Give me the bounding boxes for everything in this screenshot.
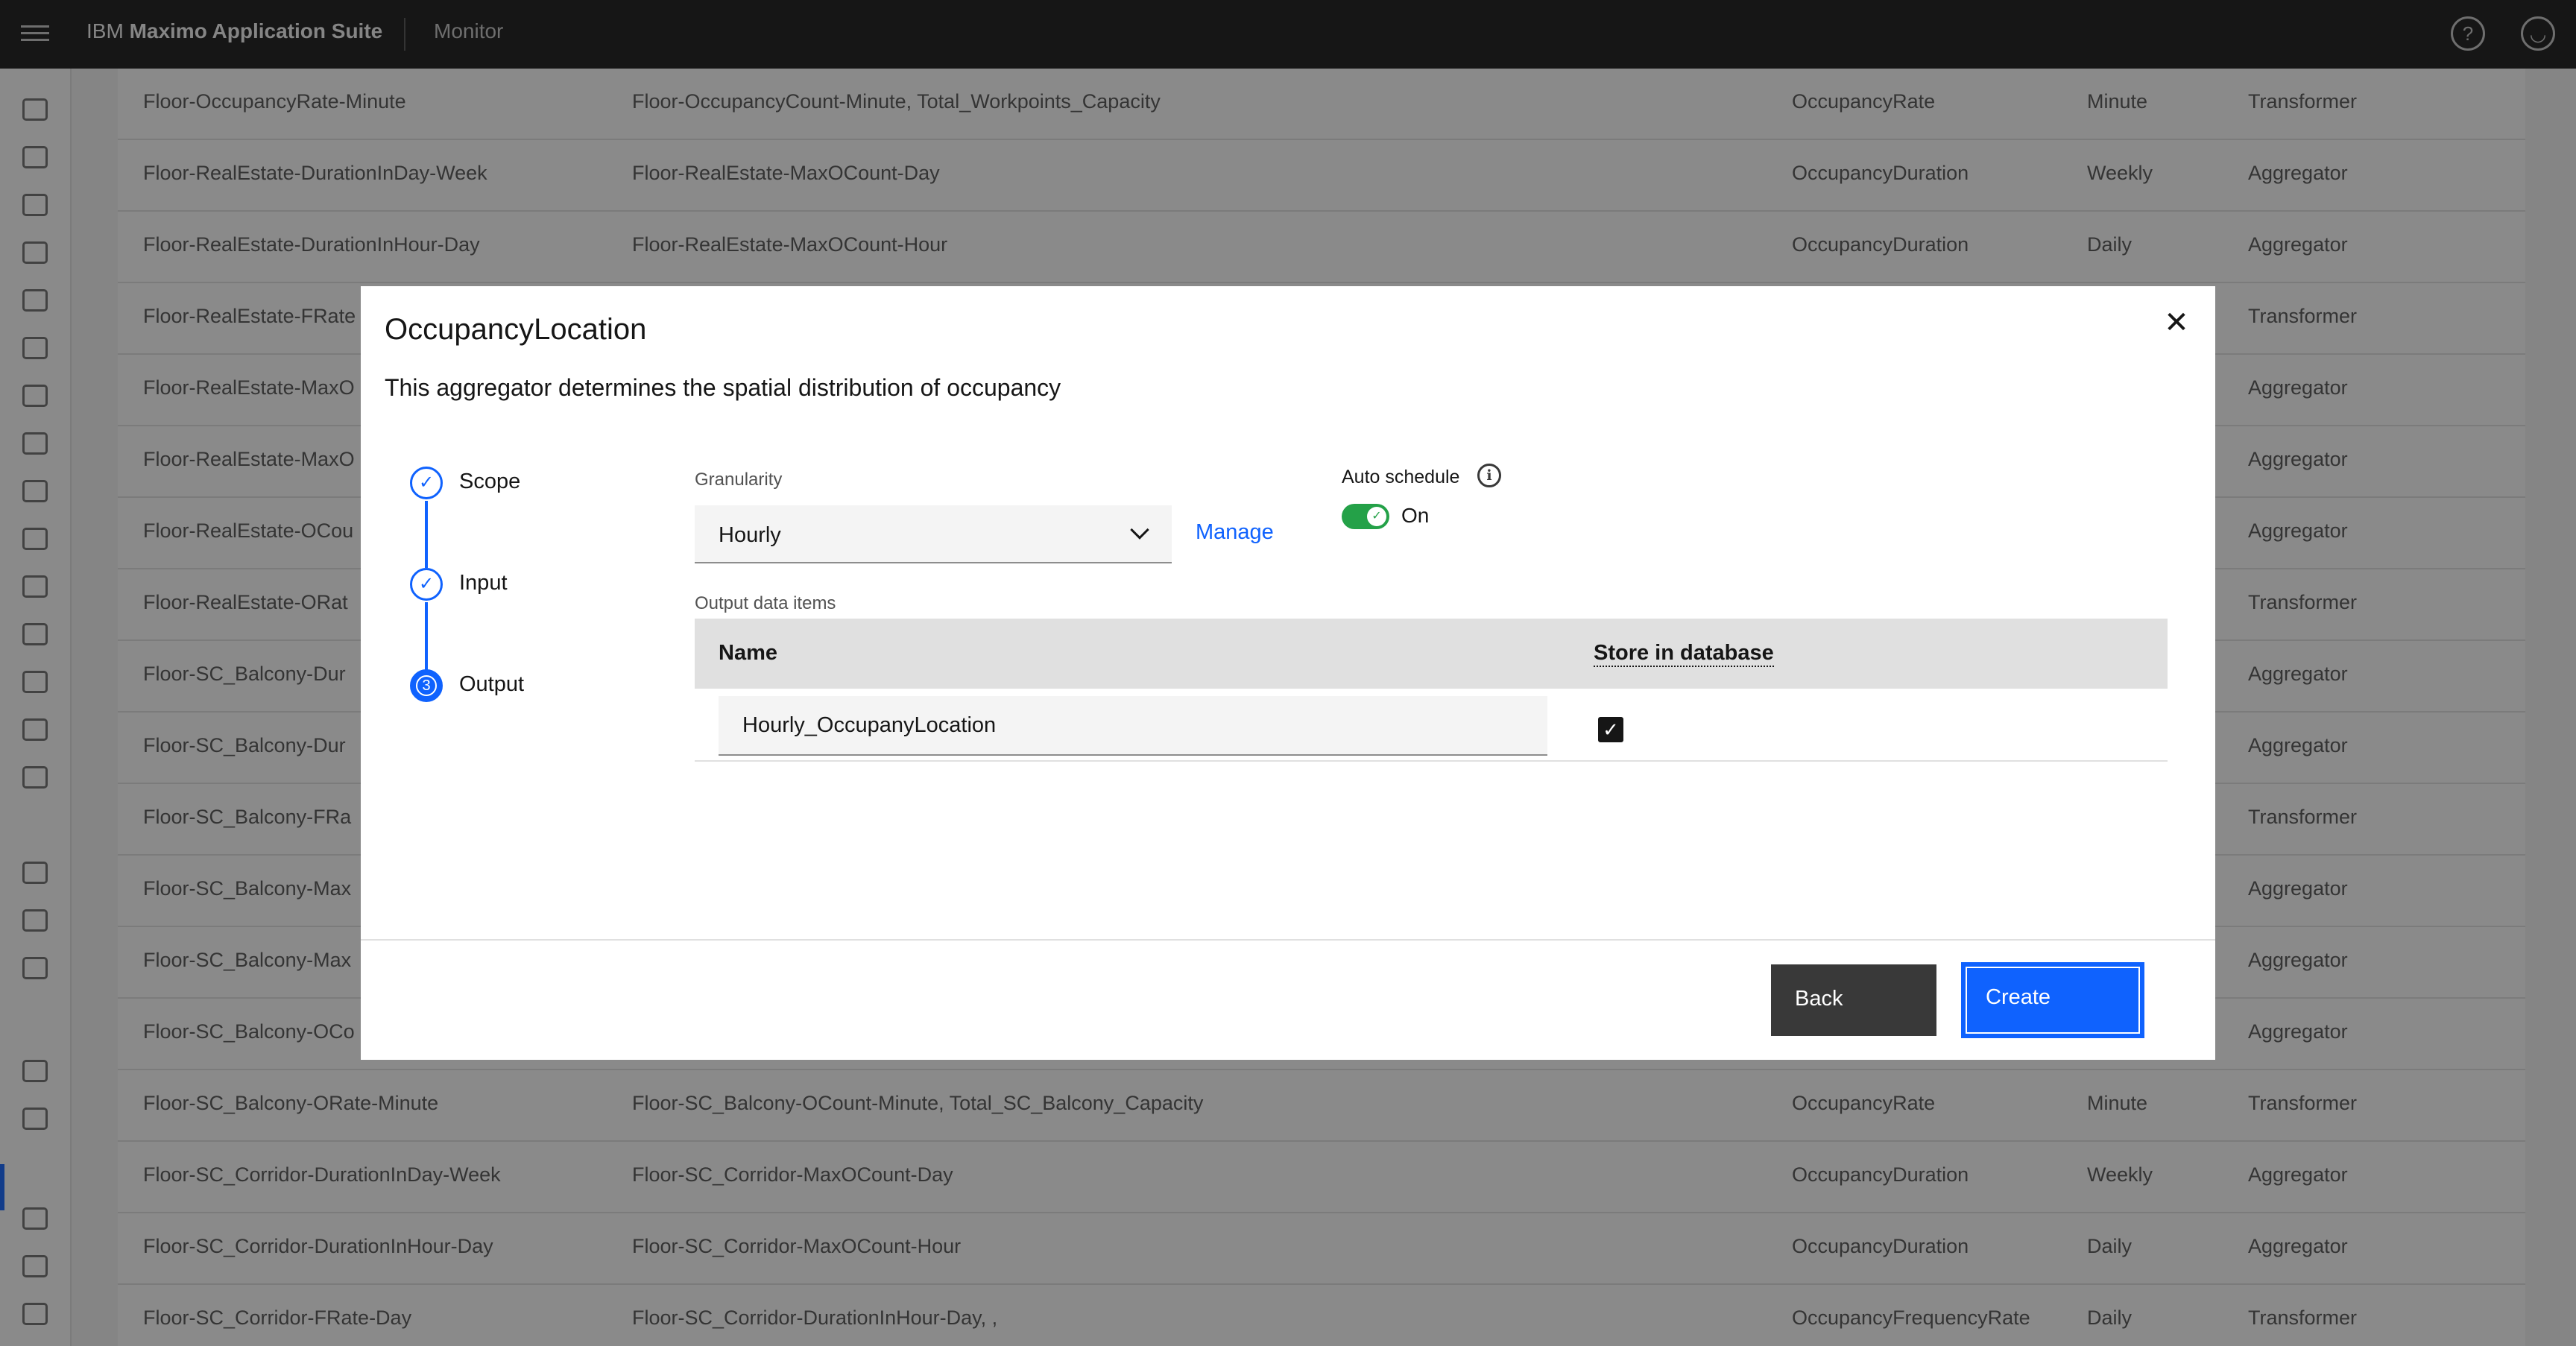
table-row: ✓: [695, 689, 2168, 762]
modal-dialog: ✕ OccupancyLocation This aggregator dete…: [361, 286, 2215, 1060]
current-step-icon: 3: [410, 669, 443, 702]
output-name-input[interactable]: [719, 696, 1547, 756]
footer-divider: [361, 939, 2215, 941]
column-header-store[interactable]: Store in database: [1594, 641, 1774, 667]
create-button[interactable]: Create: [1961, 962, 2144, 1038]
step-connector: [425, 602, 428, 671]
store-in-database-checkbox[interactable]: ✓: [1598, 717, 1623, 742]
toggle-state-text: On: [1401, 504, 1430, 527]
close-icon[interactable]: ✕: [2153, 300, 2200, 347]
info-icon[interactable]: i: [1477, 464, 1501, 487]
modal-description: This aggregator determines the spatial d…: [385, 374, 1061, 401]
auto-schedule-label: Auto schedule: [1342, 467, 1460, 487]
toggle-check-icon: ✓: [1367, 507, 1386, 526]
checkmark-icon: ✓: [410, 467, 443, 499]
step-label: Input: [459, 571, 508, 595]
modal-title: OccupancyLocation: [385, 313, 647, 346]
granularity-dropdown[interactable]: Hourly: [695, 505, 1172, 563]
output-table: Name Store in database ✓: [695, 619, 2168, 762]
step-connector: [425, 501, 428, 568]
auto-schedule-toggle[interactable]: ✓: [1342, 504, 1389, 529]
step-label: Scope: [459, 470, 521, 493]
table-header: Name Store in database: [695, 619, 2168, 689]
step-label: Output: [459, 672, 525, 696]
manage-link[interactable]: Manage: [1196, 520, 1274, 545]
checkmark-icon: ✓: [410, 568, 443, 601]
granularity-label: Granularity: [695, 470, 783, 490]
granularity-value: Hourly: [719, 523, 781, 547]
chevron-down-icon: [1130, 520, 1149, 540]
back-button[interactable]: Back: [1771, 964, 1936, 1036]
output-items-label: Output data items: [695, 593, 836, 613]
column-header-name: Name: [719, 641, 777, 665]
step-number: 3: [416, 675, 437, 696]
